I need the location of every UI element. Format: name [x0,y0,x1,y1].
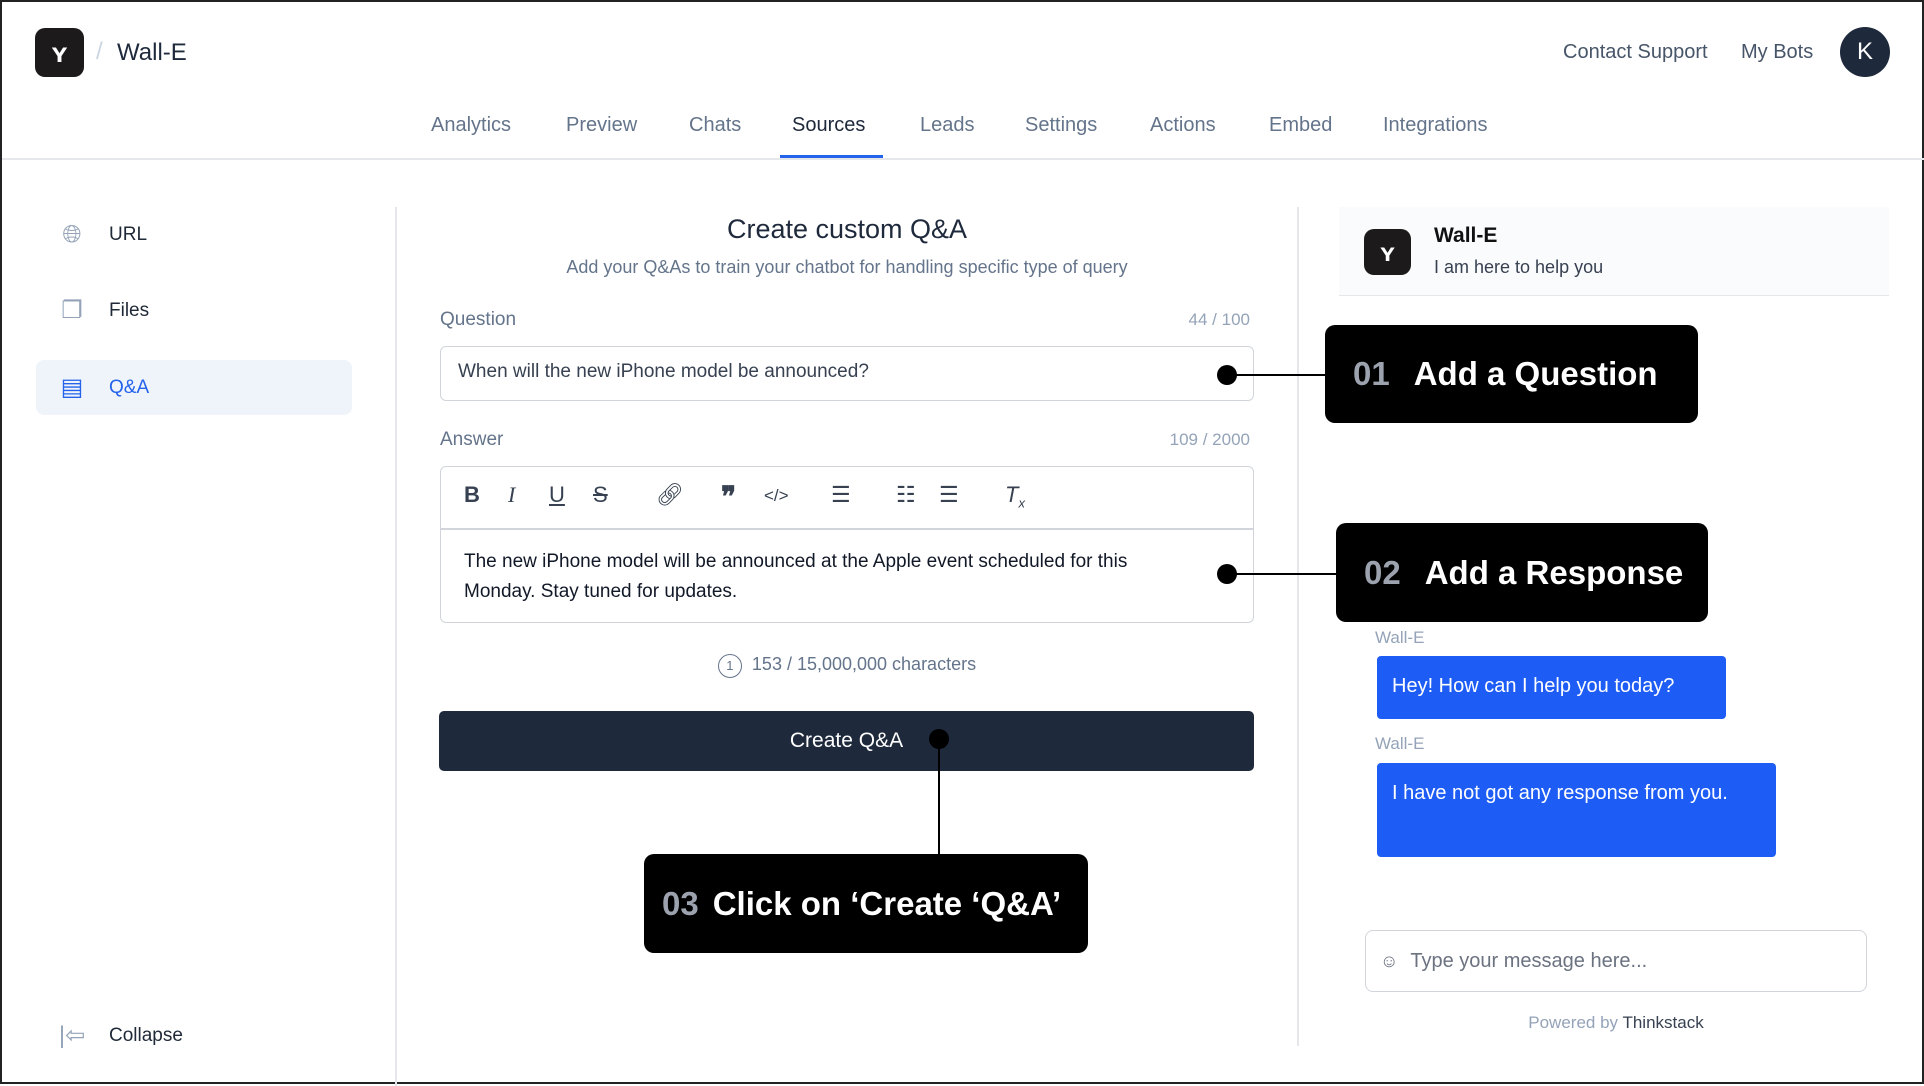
sidebar-item-qa[interactable]: ▤ Q&A [36,360,352,415]
brand-link[interactable]: Thinkstack [1622,1013,1703,1032]
chat-bot-subtitle: I am here to help you [1434,257,1604,277]
collapse-label: Collapse [109,1024,183,1046]
tab-leads[interactable]: Leads [920,114,975,137]
toolbar-divider [441,528,1253,530]
collapse-button[interactable]: |⇦ Collapse [36,1008,352,1063]
chat-message: Hey! How can I help you today? [1377,656,1726,719]
app-logo[interactable]: ʏ [35,28,84,77]
bot-name: Wall-E [117,39,187,66]
collapse-icon: |⇦ [58,1022,86,1049]
chat-icon: ▤ [60,374,84,401]
callout-add-question: 01 Add a Question [1325,325,1698,423]
page-subtitle: Add your Q&As to train your chatbot for … [566,257,1128,277]
answer-counter: 109 / 2000 [1169,430,1250,449]
callout-add-response: 02 Add a Response [1336,523,1708,622]
page-title: Create custom Q&A [726,214,968,244]
ordered-list-icon[interactable]: ☷ [896,482,916,508]
tab-analytics[interactable]: Analytics [431,114,511,137]
answer-input[interactable]: The new iPhone model will be announced a… [464,547,1184,607]
question-label: Question [440,309,517,330]
callout-create-qa: 03 Click on ‘Create ‘Q&A’ [644,854,1088,953]
character-count-text: 153 / 15,000,000 characters [751,654,977,674]
message-sender: Wall-E [1375,628,1425,647]
tab-chats[interactable]: Chats [689,114,741,137]
chat-input-placeholder: Type your message here... [1410,949,1648,972]
answer-label: Answer [440,429,504,450]
clear-format-icon[interactable]: Tx [1005,482,1025,510]
globe-icon: 🌐︎ [62,220,82,248]
my-bots-link[interactable]: My Bots [1741,41,1813,64]
italic-icon[interactable]: I [508,482,515,508]
blockquote-icon[interactable]: ❞ [721,480,736,513]
create-qa-button[interactable]: Create Q&A [439,711,1254,771]
breadcrumb-separator: / [96,38,103,65]
strikethrough-icon[interactable]: S [593,482,608,508]
callout-line [1227,573,1336,575]
header-divider [2,158,1924,160]
tab-sources[interactable]: Sources [792,114,865,137]
message-sender: Wall-E [1375,734,1425,753]
chat-message: I have not got any response from you. [1377,763,1776,857]
powered-by: Powered by Thinkstack [1365,1013,1867,1033]
right-divider [1297,207,1299,1046]
tab-embed[interactable]: Embed [1269,114,1332,137]
sidebar-item-label: Files [109,299,150,321]
tab-preview[interactable]: Preview [566,114,637,137]
chat-bot-name: Wall-E [1434,224,1498,247]
chat-header [1339,207,1889,296]
tab-integrations[interactable]: Integrations [1383,114,1488,137]
link-icon[interactable]: 🔗︎ [656,482,684,508]
callout-line [938,739,940,854]
files-icon: ❐ [61,297,83,324]
sidebar-divider [395,207,397,1086]
callout-line [1227,374,1325,376]
emoji-icon[interactable]: ☺ [1380,951,1398,972]
bullet-list-icon[interactable]: ☰ [939,482,959,508]
tab-actions[interactable]: Actions [1150,114,1216,137]
character-count: 1 153 / 15,000,000 characters [440,654,1254,678]
chat-bot-logo: ʏ [1364,229,1411,275]
chat-message-input[interactable]: ☺ Type your message here... [1365,930,1867,992]
tab-settings[interactable]: Settings [1025,114,1097,137]
info-icon: 1 [717,654,742,678]
underline-icon[interactable]: U [549,482,565,508]
code-icon[interactable]: </> [764,486,789,506]
bold-icon[interactable]: B [464,482,480,508]
avatar[interactable]: K [1840,27,1890,77]
powered-by-text: Powered by [1528,1013,1619,1032]
sidebar-item-label: Q&A [109,376,150,398]
align-icon[interactable]: ☰ [831,482,851,508]
sidebar-item-url[interactable]: 🌐︎ URL [36,207,352,262]
sidebar-item-files[interactable]: ❐ Files [36,283,352,338]
question-counter: 44 / 100 [1188,310,1250,329]
question-input[interactable]: When will the new iPhone model be announ… [440,346,1254,401]
sidebar-item-label: URL [109,223,148,245]
contact-support-link[interactable]: Contact Support [1563,41,1708,64]
